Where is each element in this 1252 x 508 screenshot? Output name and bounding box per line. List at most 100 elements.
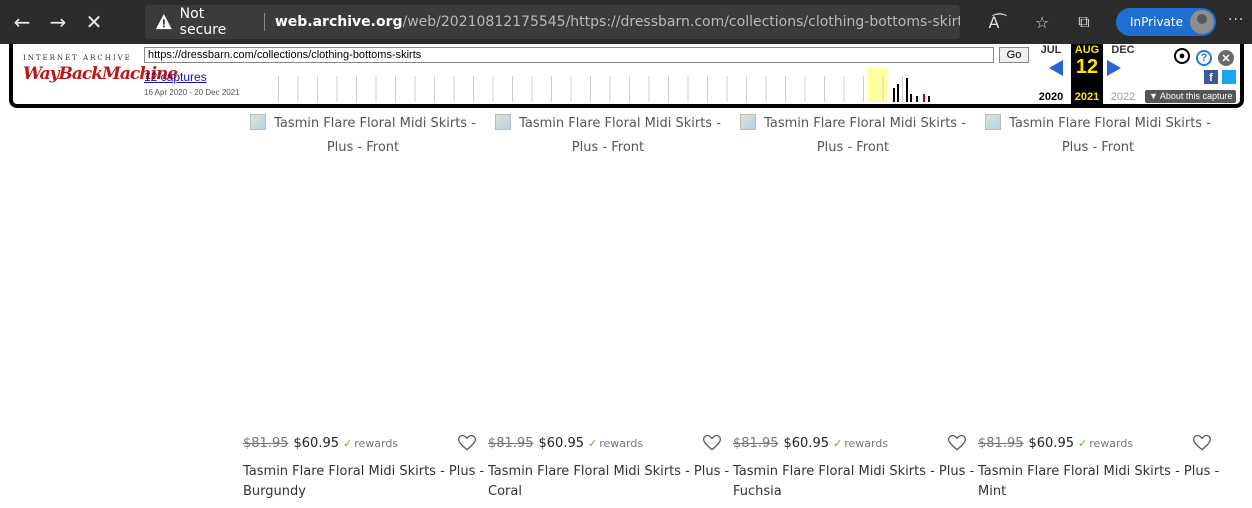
product-image-alt: Tasmin Flare Floral Midi Skirts - Plus -…	[274, 116, 476, 155]
product-card[interactable]: Tasmin Flare Floral Midi Skirts - Plus -…	[733, 112, 975, 508]
about-capture-button[interactable]: ▼ About this capture	[1145, 90, 1237, 103]
check-circle-icon: ✓	[833, 436, 843, 450]
check-circle-icon: ✓	[588, 436, 598, 450]
prev-year-link[interactable]: 2020	[1035, 91, 1067, 103]
more-menu-icon[interactable]: ···	[1228, 12, 1244, 28]
wayback-logo[interactable]: INTERNET ARCHIVE WayBackMachine	[23, 54, 178, 84]
capture-bar-current	[923, 94, 925, 102]
rewards-label: rewards	[599, 436, 644, 450]
url-domain: web.archive.org	[274, 14, 403, 30]
original-price: $81.95	[733, 435, 779, 451]
capture-sparkline[interactable]	[268, 66, 933, 104]
heart-icon[interactable]	[947, 433, 967, 453]
month-tick	[336, 76, 338, 102]
user-icon[interactable]: ●	[1174, 48, 1190, 64]
read-aloud-icon[interactable]: A͡	[983, 12, 1005, 32]
current-year: 2021	[1074, 91, 1100, 103]
month-tick	[687, 76, 689, 102]
product-card[interactable]: Tasmin Flare Floral Midi Skirts - Plus -…	[488, 112, 730, 508]
sale-price: $60.95	[1028, 435, 1075, 451]
original-price: $81.95	[488, 435, 534, 451]
price-row: $81.95 $60.95 ✓ rewards	[733, 432, 973, 454]
month-tick	[570, 76, 572, 102]
browser-toolbar: ← → ✕ Not secure web.archive.org /web/20…	[0, 0, 1252, 44]
product-name[interactable]: Tasmin Flare Floral Midi Skirts - Plus -…	[488, 462, 730, 502]
month-tick	[395, 76, 396, 102]
check-circle-icon: ✓	[1078, 436, 1088, 450]
month-tick	[765, 76, 767, 102]
month-tick	[882, 76, 884, 102]
month-tick	[356, 76, 357, 102]
close-icon[interactable]: ✕	[1218, 50, 1234, 66]
product-image[interactable]: Tasmin Flare Floral Midi Skirts - Plus -…	[978, 112, 1218, 172]
inprivate-label: InPrivate	[1130, 15, 1183, 29]
captures-link[interactable]: 12 captures	[144, 70, 207, 84]
product-image[interactable]: Tasmin Flare Floral Midi Skirts - Plus -…	[733, 112, 973, 172]
stop-button[interactable]: ✕	[76, 0, 112, 44]
rewards-badge: ✓ rewards	[588, 437, 643, 450]
rewards-badge: ✓ rewards	[343, 437, 398, 450]
facebook-icon[interactable]: f	[1204, 70, 1218, 84]
warning-icon	[155, 14, 172, 30]
month-tick	[648, 76, 650, 102]
forward-button[interactable]: →	[40, 0, 76, 44]
back-button[interactable]: ←	[4, 0, 40, 44]
month-tick	[512, 76, 513, 102]
month-tick	[863, 76, 864, 102]
calendar-navigator: JUL AUG DEC 12 2020 2021 2022	[1035, 44, 1145, 104]
product-name[interactable]: Tasmin Flare Floral Midi Skirts - Plus -…	[733, 462, 975, 502]
url-divider	[263, 13, 265, 31]
next-month-link[interactable]: DEC	[1107, 44, 1139, 56]
rewards-label: rewards	[1089, 436, 1134, 450]
heart-icon[interactable]	[1192, 433, 1212, 453]
month-tick	[804, 76, 806, 102]
address-bar[interactable]: Not secure web.archive.org /web/20210812…	[145, 5, 960, 39]
collections-icon[interactable]: ⧉	[1073, 12, 1095, 32]
back-arrow-icon: ←	[13, 10, 31, 34]
check-circle-icon: ✓	[343, 436, 353, 450]
prev-capture-arrow-icon[interactable]	[1049, 60, 1063, 76]
product-name[interactable]: Tasmin Flare Floral Midi Skirts - Plus -…	[243, 462, 485, 502]
wayback-url-input[interactable]: https://dressbarn.com/collections/clothi…	[144, 47, 994, 63]
favorites-icon[interactable]: ☆	[1031, 12, 1053, 32]
month-tick	[531, 76, 533, 102]
month-tick	[609, 76, 611, 102]
product-card[interactable]: Tasmin Flare Floral Midi Skirts - Plus -…	[243, 112, 485, 508]
url-path: /web/20210812175545/https://dressbarn.co…	[402, 14, 960, 30]
heart-icon[interactable]	[702, 433, 722, 453]
twitter-icon[interactable]	[1222, 70, 1236, 84]
go-button[interactable]: Go	[999, 47, 1029, 63]
next-capture-arrow-icon[interactable]	[1107, 60, 1121, 76]
month-tick	[843, 76, 845, 102]
month-tick	[551, 76, 552, 102]
price-row: $81.95 $60.95 ✓ rewards	[243, 432, 483, 454]
security-label[interactable]: Not secure	[180, 6, 254, 38]
product-card[interactable]: Tasmin Flare Floral Midi Skirts - Plus -…	[978, 112, 1220, 508]
month-tick	[453, 76, 455, 102]
capture-bar	[893, 88, 895, 102]
inprivate-button[interactable]: InPrivate	[1116, 8, 1216, 36]
product-name[interactable]: Tasmin Flare Floral Midi Skirts - Plus -…	[978, 462, 1220, 502]
month-tick	[824, 76, 825, 102]
sale-price: $60.95	[293, 435, 340, 451]
product-image[interactable]: Tasmin Flare Floral Midi Skirts - Plus -…	[243, 112, 483, 172]
heart-icon[interactable]	[457, 433, 477, 453]
logo-main-text: WayBackMachine	[23, 64, 178, 84]
broken-image-icon	[250, 114, 267, 130]
month-tick	[434, 76, 435, 102]
logo-top-text: INTERNET ARCHIVE	[23, 54, 132, 62]
help-icon[interactable]: ?	[1196, 50, 1212, 66]
capture-bar	[906, 78, 908, 102]
month-tick	[746, 76, 747, 102]
broken-image-icon	[495, 114, 512, 130]
capture-bar	[916, 96, 918, 102]
capture-bar	[928, 96, 930, 102]
capture-bar	[910, 94, 912, 102]
product-image[interactable]: Tasmin Flare Floral Midi Skirts - Plus -…	[488, 112, 728, 172]
prev-month-link[interactable]: JUL	[1035, 44, 1067, 56]
month-tick	[629, 76, 630, 102]
month-tick	[492, 76, 494, 102]
next-year-link: 2022	[1110, 91, 1136, 103]
original-price: $81.95	[243, 435, 289, 451]
broken-image-icon	[985, 114, 1002, 130]
